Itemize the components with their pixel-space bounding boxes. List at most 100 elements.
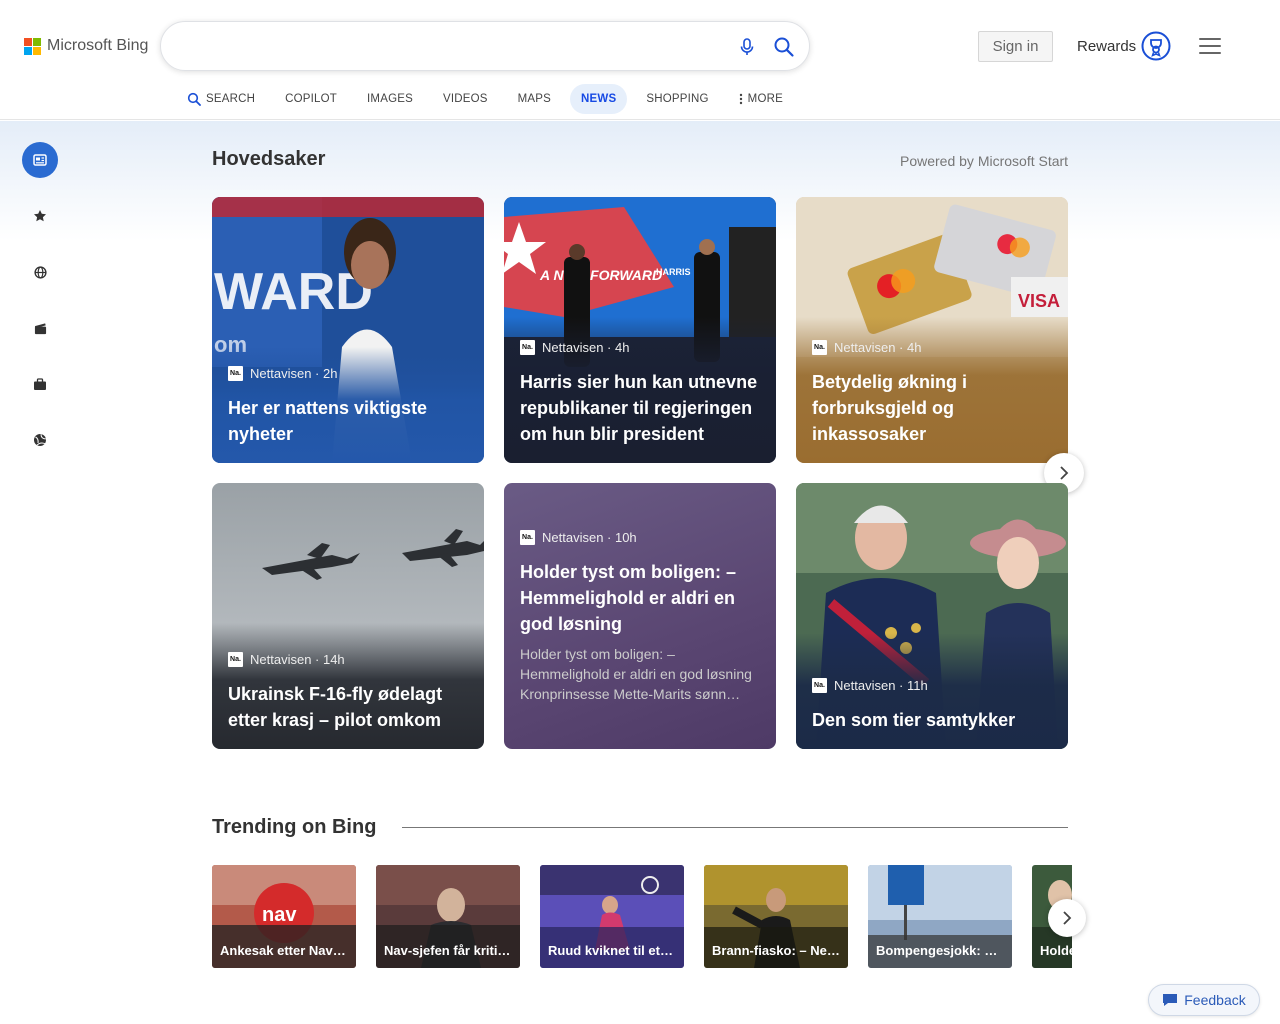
trending-title: Trending on Bing (212, 816, 377, 838)
tab-images[interactable]: IMAGES (356, 84, 424, 114)
tab-label: COPILOT (285, 93, 338, 105)
header: Microsoft Bing Sign in Rewards SEARCH CO… (0, 0, 1280, 120)
source-time: Nettavisen · 4h (542, 340, 630, 355)
logo-text: Microsoft Bing (47, 37, 149, 54)
search-box[interactable] (160, 21, 810, 71)
tab-search[interactable]: SEARCH (176, 84, 266, 114)
feedback-icon (1163, 994, 1178, 1006)
news-card[interactable]: Na. Nettavisen · 10h Holder tyst om boli… (504, 483, 776, 749)
card-headline[interactable]: Betydelig økning i forbruksgjeld og inka… (812, 369, 1056, 447)
card-source: Na. Nettavisen · 2h (228, 366, 337, 381)
card-source: Na. Nettavisen · 4h (812, 340, 921, 355)
rail-world[interactable] (22, 254, 58, 290)
card-headline[interactable]: Ukrainsk F-16-fly ødelagt etter krasj – … (228, 681, 472, 733)
bing-logo[interactable]: Microsoft Bing (24, 37, 148, 55)
trending-carousel: nav Ankesak etter Nav… Nav-sjefen får kr… (212, 865, 1072, 968)
tab-label: NEWS (581, 93, 617, 105)
tab-label: SEARCH (206, 93, 256, 105)
tab-news[interactable]: NEWS (570, 84, 628, 114)
search-input[interactable] (181, 34, 721, 60)
sports-ball-icon (34, 434, 46, 446)
sign-in-button[interactable]: Sign in (978, 31, 1053, 62)
trending-item[interactable]: Bompengesjokk: … (868, 865, 1012, 968)
tab-label: MORE (747, 93, 783, 105)
news-card[interactable]: WARD om Na. Nettavisen · 2h Her er natte… (212, 197, 484, 463)
card-snippet: Holder tyst om boligen: – Hemmelighold e… (520, 646, 752, 702)
nettavisen-logo: Na. (812, 678, 827, 693)
powered-by-label: Powered by Microsoft Start (900, 153, 1069, 169)
card-headline[interactable]: Holder tyst om boligen: – Hemmelighold e… (520, 559, 764, 637)
tab-shopping[interactable]: SHOPPING (635, 84, 719, 114)
news-card[interactable]: Na. Nettavisen · 14h Ukrainsk F-16-fly ø… (212, 483, 484, 749)
card-source: Na. Nettavisen · 11h (812, 678, 928, 693)
news-card[interactable]: A NEW FORWARD HARRIS Na. Nettavisen · 4h… (504, 197, 776, 463)
trending-label: Ankesak etter Nav… (220, 943, 346, 958)
trending-next-button[interactable] (1048, 899, 1086, 937)
svg-text:VISA: VISA (1018, 291, 1060, 311)
nettavisen-logo: Na. (228, 652, 243, 667)
nettavisen-logo: Na. (228, 366, 243, 381)
trending-label: Bompengesjokk: … (876, 943, 998, 958)
tab-maps[interactable]: MAPS (507, 84, 562, 114)
trending-label: Brann-fiasko: – Ne… (712, 943, 840, 958)
nettavisen-logo: Na. (520, 340, 535, 355)
chevron-right-icon (1063, 911, 1072, 925)
svg-text:nav: nav (262, 904, 297, 926)
rail-favorites[interactable] (22, 198, 58, 234)
tab-label: VIDEOS (442, 93, 488, 105)
section-title: Hovedsaker (212, 148, 326, 170)
trending-label: Nav-sjefen får kriti… (384, 943, 511, 958)
rail-business[interactable] (22, 366, 58, 402)
tab-more[interactable]: MORE (728, 84, 794, 114)
hamburger-menu-icon[interactable] (1199, 38, 1221, 54)
card-source: Na. Nettavisen · 4h (520, 340, 629, 355)
trending-item[interactable]: Brann-fiasko: – Ne… (704, 865, 848, 968)
trending-label: Holde… (1040, 943, 1072, 958)
star-icon (34, 210, 46, 222)
divider (402, 827, 1068, 828)
rail-news[interactable] (22, 142, 58, 178)
card-source: Na. Nettavisen · 10h (520, 530, 637, 545)
source-time: Nettavisen · 14h (250, 652, 345, 667)
tab-videos[interactable]: VIDEOS (432, 84, 499, 114)
nettavisen-logo: Na. (520, 530, 535, 545)
trending-label: Ruud kviknet til et… (548, 943, 673, 958)
source-time: Nettavisen · 10h (542, 530, 637, 545)
source-time: Nettavisen · 11h (834, 678, 928, 693)
tab-label: MAPS (517, 93, 552, 105)
svg-text:A NEW FORWARD: A NEW FORWARD (539, 267, 662, 283)
search-icon (187, 92, 201, 106)
news-card[interactable]: VISA Na. Nettavisen · 4h Betydelig øknin… (796, 197, 1068, 463)
vertical-tabs: SEARCH COPILOT IMAGES VIDEOS MAPS NEWS S… (176, 84, 802, 114)
svg-text:HARRIS: HARRIS (656, 267, 691, 277)
news-card[interactable]: Na. Nettavisen · 11h Den som tier samtyk… (796, 483, 1068, 749)
card-headline[interactable]: Harris sier hun kan utnevne republikaner… (520, 369, 764, 447)
nettavisen-logo: Na. (812, 340, 827, 355)
microphone-icon[interactable] (737, 37, 757, 57)
rewards-trophy-icon[interactable] (1141, 31, 1171, 61)
card-headline[interactable]: Den som tier samtykker (812, 707, 1056, 733)
feedback-button[interactable]: Feedback (1148, 984, 1260, 1016)
trending-item[interactable]: Ruud kviknet til et… (540, 865, 684, 968)
tab-label: SHOPPING (646, 93, 709, 105)
rewards-link[interactable]: Rewards (1077, 31, 1136, 61)
briefcase-icon (34, 377, 46, 390)
microsoft-logo-icon (24, 37, 41, 55)
search-icon[interactable] (773, 36, 795, 58)
news-icon (33, 154, 47, 166)
rail-entertainment[interactable] (22, 310, 58, 346)
clapperboard-icon (34, 322, 46, 334)
source-time: Nettavisen · 4h (834, 340, 922, 355)
feedback-label: Feedback (1184, 992, 1246, 1008)
chevron-right-icon (1060, 466, 1069, 480)
tab-label: IMAGES (367, 93, 413, 105)
globe-icon (33, 265, 47, 279)
source-time: Nettavisen · 2h (250, 366, 338, 381)
rail-sports[interactable] (22, 422, 58, 458)
tab-copilot[interactable]: COPILOT (274, 84, 348, 114)
card-source: Na. Nettavisen · 14h (228, 652, 345, 667)
trending-item[interactable]: nav Ankesak etter Nav… (212, 865, 356, 968)
card-headline[interactable]: Her er nattens viktigste nyheter (228, 395, 472, 447)
trending-item[interactable]: Nav-sjefen får kriti… (376, 865, 520, 968)
more-vertical-icon (739, 93, 743, 105)
